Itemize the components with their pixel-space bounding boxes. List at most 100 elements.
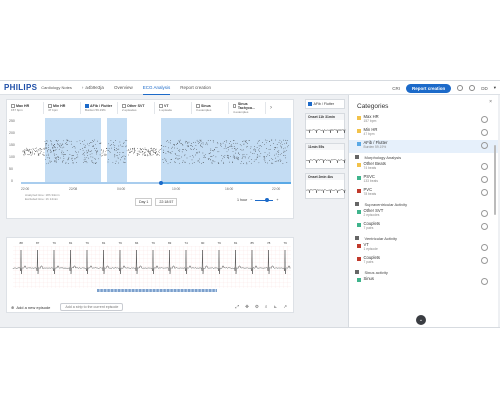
visibility-toggle-icon[interactable] bbox=[481, 129, 488, 136]
hr-point bbox=[75, 158, 77, 160]
search-icon[interactable]: ⌕ bbox=[265, 304, 268, 310]
hr-point bbox=[75, 152, 77, 154]
hr-point bbox=[179, 149, 181, 151]
visibility-toggle-icon[interactable] bbox=[481, 210, 488, 217]
ecg-strip-panel: 88 87 79 81 79 81 79 84 79 83 74 90 79 81 85 78 79 ⊕ Add… bbox=[6, 237, 294, 313]
ecg-waveform[interactable]: 88 87 79 81 79 81 79 84 79 83 74 90 79 81 85 78 79 bbox=[7, 238, 293, 298]
category-item[interactable]: PVC 78 beats bbox=[349, 187, 498, 200]
zoom-select[interactable]: 1 hour bbox=[237, 198, 247, 202]
hr-point bbox=[214, 149, 215, 150]
cri-link[interactable]: CRI bbox=[392, 86, 400, 91]
hr-point bbox=[142, 148, 144, 150]
visibility-toggle-icon[interactable] bbox=[481, 278, 488, 285]
category-item[interactable]: Other Beats 74 beats bbox=[349, 161, 498, 174]
help-icon[interactable] bbox=[469, 85, 476, 91]
close-icon[interactable]: × bbox=[489, 99, 492, 105]
beat-tick bbox=[133, 289, 134, 292]
hr-trend-chart[interactable]: 250 200 150 100 50 0 22:00 22/08 04:00 1… bbox=[7, 116, 293, 192]
hr-point bbox=[114, 149, 115, 151]
report-creation-button[interactable]: Report creation bbox=[405, 83, 452, 93]
category-tile-min-hr[interactable]: Min HR 47 bpm bbox=[46, 102, 81, 114]
hr-point bbox=[178, 150, 180, 151]
user-avatar[interactable]: DD bbox=[481, 86, 488, 91]
hr-point bbox=[237, 158, 238, 159]
beat-tick bbox=[196, 289, 197, 292]
hr-point bbox=[207, 144, 208, 146]
category-item[interactable]: AFib / Flutter Burden 59.19% bbox=[349, 140, 498, 153]
visibility-toggle-icon[interactable] bbox=[481, 189, 488, 196]
time-input[interactable]: 22:18:57 bbox=[155, 198, 178, 206]
zoom-out-icon[interactable]: − bbox=[250, 198, 252, 202]
hr-point bbox=[276, 147, 278, 149]
hr-point bbox=[196, 153, 198, 155]
visibility-toggle-icon[interactable] bbox=[481, 223, 488, 230]
hr-point bbox=[272, 159, 274, 160]
section-icon bbox=[355, 202, 359, 206]
hr-point bbox=[115, 140, 116, 141]
category-tile-afib[interactable]: AFib / Flutter Burden 59.19% bbox=[83, 102, 118, 114]
visibility-toggle-icon[interactable] bbox=[481, 257, 488, 264]
expand-icon[interactable]: ⤢ bbox=[235, 304, 239, 310]
category-tile-other-svt[interactable]: Other SVT 2 episodes bbox=[120, 102, 155, 114]
category-section-header[interactable]: Morphology Analysis bbox=[349, 153, 498, 161]
category-tile-sinus-tachy[interactable]: Sinus Tachyca... 4 examples bbox=[231, 102, 266, 114]
category-tile-sinus[interactable]: Sinus 3 examples bbox=[194, 102, 229, 114]
scroll-down-button[interactable]: ⌄ bbox=[416, 315, 426, 325]
hr-point bbox=[123, 161, 124, 163]
ruler-icon[interactable]: ⊾ bbox=[273, 304, 277, 310]
visibility-toggle-icon[interactable] bbox=[481, 163, 488, 170]
episode-card[interactable]: Onset 2min 4ks bbox=[305, 173, 346, 199]
category-item[interactable]: Couplets 7 pairs bbox=[349, 255, 498, 268]
add-episode-button[interactable]: ⊕ Add a new episode bbox=[11, 305, 50, 310]
hr-point bbox=[84, 147, 86, 148]
episode-card[interactable]: Onset 11h 31min bbox=[305, 113, 346, 139]
hr-point bbox=[91, 153, 93, 155]
checkbox[interactable] bbox=[233, 104, 237, 108]
caliper-icon[interactable]: ✥ bbox=[245, 304, 249, 310]
category-item[interactable]: VT 1 episode bbox=[349, 242, 498, 255]
chevron-down-icon[interactable]: ▾ bbox=[494, 85, 496, 91]
day-selector[interactable]: Day 1 bbox=[135, 198, 153, 206]
hr-point bbox=[71, 158, 73, 160]
visibility-toggle-icon[interactable] bbox=[481, 116, 488, 123]
hr-point bbox=[238, 152, 239, 154]
checkbox-checked[interactable] bbox=[308, 102, 312, 106]
category-item[interactable]: Other SVT 2 episodes bbox=[349, 208, 498, 221]
episode-column-header[interactable]: AFib / Flutter bbox=[305, 99, 345, 109]
category-item[interactable]: PSVC 133 beats bbox=[349, 174, 498, 187]
hr-point bbox=[266, 140, 268, 142]
visibility-toggle-icon[interactable] bbox=[481, 142, 488, 149]
beat-tick bbox=[147, 289, 148, 292]
chevron-right-icon[interactable]: › bbox=[270, 102, 272, 114]
category-item[interactable]: Max HR 157 bpm bbox=[349, 114, 498, 127]
hr-point bbox=[198, 160, 199, 162]
share-icon[interactable]: ↗ bbox=[283, 304, 287, 310]
category-section-header[interactable]: Supraventricular Activity bbox=[349, 200, 498, 208]
patient-breadcrumb[interactable]: › a4b9e3ja bbox=[82, 85, 104, 90]
hr-point bbox=[128, 154, 129, 156]
visibility-toggle-icon[interactable] bbox=[481, 176, 488, 183]
category-item[interactable]: Sinus bbox=[349, 276, 498, 289]
category-item[interactable]: Couplets 7 pairs bbox=[349, 221, 498, 234]
zoom-slider[interactable] bbox=[255, 198, 274, 202]
hr-point bbox=[88, 145, 90, 147]
hr-point bbox=[135, 150, 136, 152]
hr-point bbox=[268, 152, 270, 154]
category-tile-vt[interactable]: VT 1 episode bbox=[157, 102, 192, 114]
add-icon: ⊕ bbox=[11, 304, 15, 310]
category-section-header[interactable]: Sinus activity bbox=[349, 268, 498, 276]
zoom-in-icon[interactable]: + bbox=[276, 198, 278, 202]
episode-card[interactable]: 11min 55s bbox=[305, 143, 346, 169]
category-item[interactable]: Min HR 47 bpm bbox=[349, 127, 498, 140]
tab-report-creation[interactable]: Report creation bbox=[180, 81, 211, 95]
add-strip-button[interactable]: Add a strip to the current episode bbox=[60, 303, 124, 311]
tab-overview[interactable]: Overview bbox=[114, 81, 133, 95]
settings-icon[interactable]: ⚙ bbox=[255, 304, 259, 310]
category-tile-max-hr[interactable]: Max HR 157 bpm bbox=[9, 102, 44, 114]
hr-point bbox=[30, 155, 32, 156]
info-icon[interactable] bbox=[457, 85, 464, 91]
tab-ecg-analysis[interactable]: ECG Analysis bbox=[142, 81, 171, 95]
category-section-header[interactable]: Ventricular Activity bbox=[349, 234, 498, 242]
sidebar-scrollbar[interactable] bbox=[494, 145, 496, 215]
visibility-toggle-icon[interactable] bbox=[481, 244, 488, 251]
